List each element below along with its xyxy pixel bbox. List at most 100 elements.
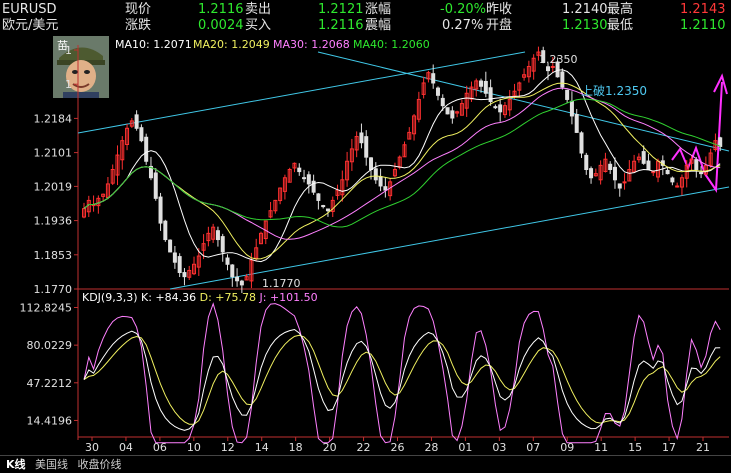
price-tick-label: 1.2019 [34, 180, 73, 193]
time-tick-label: 26 [391, 441, 405, 454]
time-tick-label: 03 [492, 441, 506, 454]
candle-body [359, 132, 364, 144]
candle-body [493, 106, 498, 109]
kdj-tick-label: 47.2212 [27, 377, 73, 390]
candle-body [646, 160, 651, 170]
time-tick-label: 28 [424, 441, 438, 454]
candle-body [450, 110, 455, 119]
time-tick-label: 17 [662, 441, 676, 454]
time-tick-label: 11 [594, 441, 608, 454]
candle-body [608, 163, 613, 170]
time-tick-label: 20 [323, 441, 337, 454]
candle-body [139, 127, 144, 142]
candle-body [168, 239, 173, 253]
time-tick-label: 07 [526, 441, 540, 454]
kdj-k: K: +84.36 [141, 291, 197, 304]
candle-body [498, 104, 503, 113]
candle-body [641, 151, 646, 164]
time-tick-label: 10 [187, 441, 201, 454]
price-tick-label: 1.1936 [34, 215, 73, 228]
candle-body [378, 176, 383, 187]
candle-body [230, 264, 235, 278]
candle-body [153, 172, 158, 199]
time-tick-label: 01 [458, 441, 472, 454]
ma40-line [83, 98, 721, 228]
candle-body [435, 87, 440, 96]
kdj-legend: KDJ(9,3,3) K: +84.36 D: +75.78 J: +101.5… [82, 291, 318, 304]
candle-body [483, 80, 488, 94]
candle-body [215, 230, 220, 241]
candle-body [235, 276, 240, 282]
tab-kline[interactable]: K线 [6, 458, 26, 471]
kdj-j: J: +101.50 [259, 291, 318, 304]
candle-body [550, 65, 555, 68]
time-tick-label: 06 [153, 441, 167, 454]
candle-body [225, 257, 230, 265]
candle-body [445, 107, 450, 115]
breakout-annotation: 上破1.2350 [581, 84, 647, 98]
candle-body [617, 183, 622, 189]
ma20-line [83, 82, 721, 260]
candle-body [546, 66, 551, 72]
kdj-d: D: +75.78 [199, 291, 257, 304]
ma30-line [83, 87, 721, 240]
candle-body [220, 236, 225, 253]
candle-body [239, 280, 244, 286]
candle-body [431, 73, 436, 84]
tab-ohlc[interactable]: 美国线 [35, 458, 68, 471]
price-tick-label: 1.1853 [34, 249, 73, 262]
low-point-label: 1.1770 [262, 277, 301, 290]
candle-body [612, 166, 617, 181]
candle-body [569, 100, 574, 117]
lower-channel-line [169, 186, 730, 290]
tab-close-line[interactable]: 收盘价线 [78, 458, 122, 471]
candle-body [373, 168, 378, 181]
candle-body [364, 136, 369, 158]
candle-body [182, 272, 187, 278]
projection-arrow [671, 81, 723, 193]
time-tick-label: 12 [221, 441, 235, 454]
candle-body [589, 168, 594, 179]
candle-body [665, 169, 670, 175]
price-tick-label: 1.2184 [34, 112, 73, 125]
candle-body [718, 137, 723, 147]
candle-body [316, 193, 321, 201]
price-tick-label: 1.2101 [34, 147, 73, 160]
candle-body [694, 159, 699, 170]
candle-body [622, 181, 627, 184]
candle-body [670, 177, 675, 183]
candle-body [699, 172, 704, 175]
candle-body [675, 185, 680, 188]
candle-body [144, 136, 149, 162]
time-tick-label: 09 [560, 441, 574, 454]
candle-body [297, 167, 302, 173]
time-tick-label: 18 [289, 441, 303, 454]
kdj-title: KDJ(9,3,3) [82, 291, 138, 304]
high-point-label: 1.2350 [539, 53, 578, 66]
kdj-tick-label: 80.0229 [27, 339, 73, 352]
bottom-tab-bar: K线 美国线 收盘价线 [0, 455, 731, 473]
candle-body [134, 114, 139, 129]
candle-body [479, 80, 484, 87]
price-tick-label: 1 [65, 78, 72, 91]
candle-body [163, 220, 168, 241]
candle-body [325, 208, 330, 212]
price-tick-label: 1.1770 [34, 283, 73, 296]
kdj-tick-label: 112.8245 [20, 301, 73, 314]
kdj-tick-label: 14.4196 [27, 414, 73, 427]
candle-body [321, 205, 326, 208]
candle-body [383, 186, 388, 191]
candle-body [302, 177, 307, 180]
candle-body [440, 97, 445, 107]
kdj-k-line [83, 328, 721, 431]
time-tick-label: 21 [696, 441, 710, 454]
candle-body [574, 114, 579, 133]
time-tick-label: 30 [85, 441, 99, 454]
candle-body [306, 174, 311, 185]
time-tick-label: 22 [357, 441, 371, 454]
candle-body [584, 154, 589, 171]
candle-body [177, 256, 182, 274]
chart-canvas: 11 1.2184 1.2101 1.2019 1.1936 1.1853 1.1770 30… [20, 44, 730, 454]
upper-channel-line [77, 51, 526, 134]
kdj-j-line [83, 302, 721, 444]
